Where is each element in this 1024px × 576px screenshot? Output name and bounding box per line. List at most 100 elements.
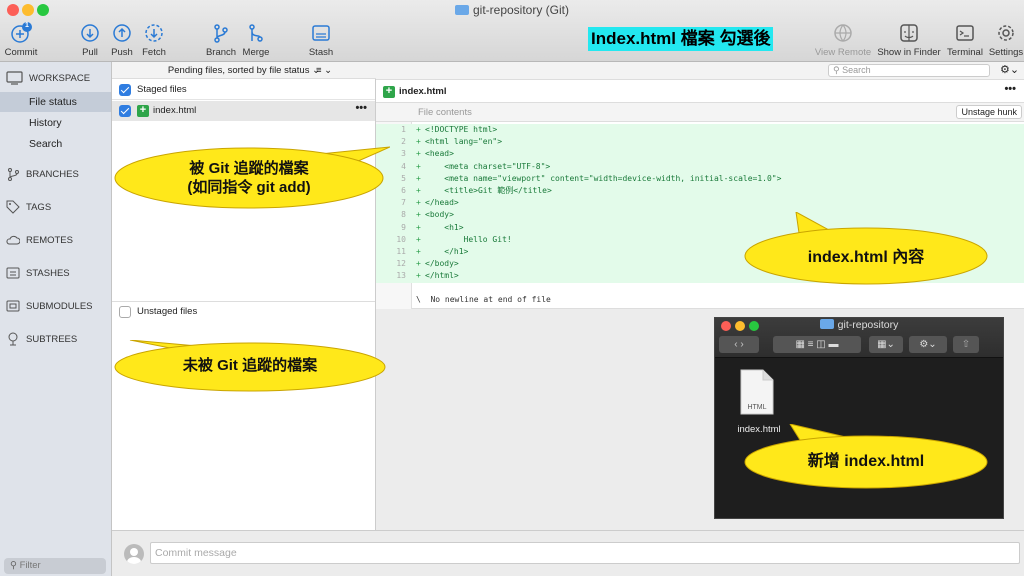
new-file-callout: 新增 index.html [740,424,992,490]
sidebar-workspace-header[interactable]: WORKSPACE [6,71,90,85]
sidebar-section-remotes[interactable]: REMOTES [6,233,73,247]
file-contents-bar: File contents Unstage hunk [376,103,1024,122]
file-checkbox[interactable] [119,105,131,117]
submodule-icon [6,300,20,312]
line-code: <body> [425,210,454,220]
diff-line: 7 + </head> [376,197,1024,210]
line-number: 1 [401,125,406,134]
diff-line: 6 + <title>Git 範例</title> [376,185,1024,198]
branch-label: Branch [205,47,237,58]
commit-label: Commit [4,47,38,58]
line-code: <head> [425,149,454,159]
unstaged-files-header: Unstaged files [112,301,375,321]
diff-line: 3 + <head> [376,148,1024,161]
stash-icon [6,267,20,279]
list-options-button[interactable]: ≡ ⌄ [316,62,332,79]
diff-more-button[interactable]: ••• [1004,83,1016,95]
pull-label: Pull [82,47,98,58]
sidebar-section-subtrees[interactable]: SUBTREES [6,332,77,346]
show-in-finder-button[interactable]: Show in Finder [876,22,942,58]
finder-icon [900,24,918,42]
view-remote-button[interactable]: View Remote [814,22,872,58]
added-marker: + [416,173,421,183]
unstaged-files-checkbox[interactable] [119,306,131,318]
branch-button[interactable]: Branch [204,22,238,58]
file-list-pane: Pending files, sorted by file status ⌄ ≡… [112,62,376,530]
gear-menu-button[interactable]: ⚙⌄ [1000,63,1019,76]
commit-button[interactable]: 1 Commit [4,22,38,58]
staged-files-checkbox[interactable] [119,84,131,96]
unstage-hunk-button[interactable]: Unstage hunk [956,105,1022,119]
sidebar-item-history[interactable]: History [0,113,111,133]
added-marker: + [416,125,421,134]
folder-icon [819,319,834,329]
group-button[interactable]: ▦⌄ [869,336,903,353]
line-code: <html lang="en"> [425,137,503,147]
merge-button[interactable]: Merge [240,22,272,58]
finder-toolbar: git-repository ‹ › ▦ ≡ ◫ ▬ ▦⌄ ⚙⌄ ⇧ [715,318,1003,358]
pull-button[interactable]: Pull [78,22,102,58]
push-button[interactable]: Push [110,22,134,58]
diff-search-bar: ⚲ Search ⚙⌄ [376,62,1024,80]
sidebar-section-submodules[interactable]: SUBMODULES [6,299,93,313]
annotation-banner: Index.html 檔案 勾選後 [588,27,774,51]
settings-button[interactable]: Settings [988,22,1024,58]
line-number: 13 [396,271,406,281]
search-icon: ⚲ [10,560,17,571]
view-remote-label: View Remote [814,47,872,58]
commit-badge: 1 [25,22,29,29]
window-toolbar: git-repository (Git) 1 Commit Pull Push … [0,0,1024,62]
added-marker: + [416,271,421,281]
terminal-button[interactable]: Terminal [945,22,985,58]
fetch-icon [145,24,163,42]
window-title: git-repository (Git) [0,3,1024,17]
pull-icon [81,24,99,42]
added-file-icon: + [383,86,395,98]
show-in-finder-label: Show in Finder [877,47,941,58]
diff-line: 4 + <meta charset="UTF-8"> [376,160,1024,173]
sidebar-section-stashes[interactable]: STASHES [6,266,70,280]
added-marker: + [416,210,421,220]
back-forward-button[interactable]: ‹ › [719,336,759,353]
avatar [124,544,144,564]
share-button[interactable]: ⇧ [953,336,979,353]
stash-button[interactable]: Stash [305,22,337,58]
sidebar-item-search[interactable]: Search [0,134,111,154]
commit-message-bar: Commit message [112,530,1024,576]
line-code: <meta name="viewport" content="width=dev… [425,173,782,183]
added-marker: + [416,186,421,195]
line-number: 9 [401,222,406,232]
staged-files-callout: 被 Git 追蹤的檔案 (如同指令 git add) [108,143,390,213]
line-number: 10 [396,234,406,244]
globe-icon [834,24,852,42]
list-item[interactable]: + index.html ••• [112,101,375,121]
branch-icon [8,168,19,181]
push-icon [113,24,131,42]
stash-label: Stash [308,47,334,58]
added-file-icon: + [137,105,149,117]
more-options-button[interactable]: ••• [355,102,367,114]
file-content-callout: index.html 內容 [740,212,992,288]
added-marker: + [416,234,421,244]
terminal-icon [956,25,974,41]
sidebar-item-file-status[interactable]: File status [0,92,111,112]
sidebar-section-tags[interactable]: TAGS [6,200,51,214]
added-marker: + [416,247,421,256]
staged-files-header: Staged files [112,80,375,100]
sidebar-filter-input[interactable]: ⚲ Filter [4,558,106,574]
search-input[interactable]: ⚲ Search [828,64,990,77]
added-marker: + [416,222,421,232]
merge-label: Merge [242,47,270,58]
terminal-label: Terminal [947,47,983,58]
sort-menu[interactable]: Pending files, sorted by file status ⌄ ≡… [112,62,376,79]
commit-message-input[interactable]: Commit message [150,542,1020,564]
line-code: <!DOCTYPE html> [425,125,498,134]
action-button[interactable]: ⚙⌄ [909,336,947,353]
line-code: </html> [425,271,459,281]
diff-line: 1 + <!DOCTYPE html> [376,124,1024,137]
settings-label: Settings [988,47,1024,58]
fetch-button[interactable]: Fetch [140,22,168,58]
sidebar-section-branches[interactable]: BRANCHES [6,167,79,181]
sidebar: WORKSPACE File status History Search BRA… [0,62,112,576]
view-mode-selector[interactable]: ▦ ≡ ◫ ▬ [773,336,861,353]
